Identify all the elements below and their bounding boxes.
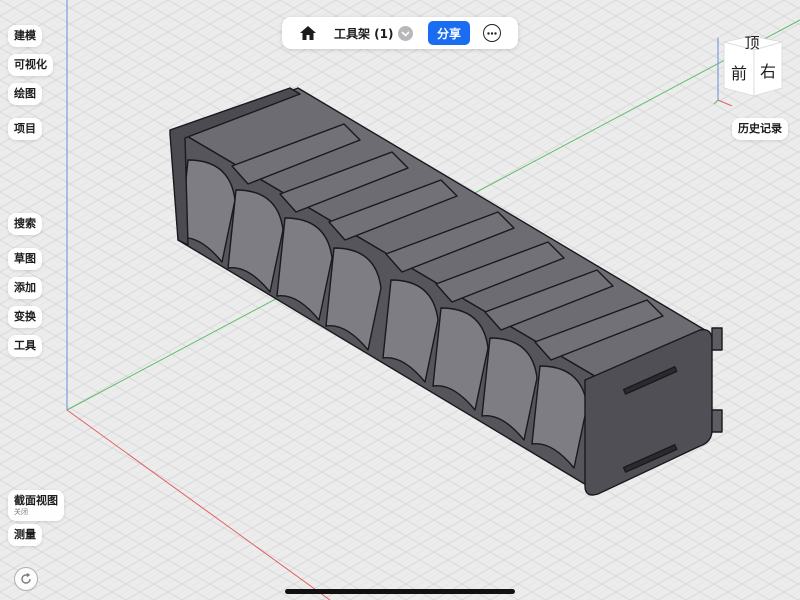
tools-button[interactable]: 工具 bbox=[8, 335, 42, 357]
view-cube[interactable]: 顶 前 右 bbox=[712, 34, 794, 106]
document-title[interactable]: 工具架 (1) bbox=[334, 25, 394, 42]
tab-drawing[interactable]: 绘图 bbox=[8, 83, 42, 105]
search-button[interactable]: 搜索 bbox=[8, 213, 42, 235]
sketch-button[interactable]: 草图 bbox=[8, 248, 42, 270]
view-cube-right[interactable]: 右 bbox=[760, 62, 776, 81]
tab-build[interactable]: 建模 bbox=[8, 25, 42, 47]
chevron-down-icon[interactable] bbox=[398, 26, 413, 41]
document-toolbar: 工具架 (1) 分享 bbox=[282, 17, 518, 49]
view-cube-top[interactable]: 顶 bbox=[744, 34, 759, 52]
transform-button[interactable]: 变换 bbox=[8, 306, 42, 328]
section-view-button[interactable]: 截面视图 关闭 bbox=[8, 490, 64, 521]
measure-button[interactable]: 测量 bbox=[8, 524, 42, 546]
project-button[interactable]: 项目 bbox=[8, 118, 42, 140]
section-view-state: 关闭 bbox=[14, 508, 28, 516]
more-options-icon[interactable] bbox=[483, 24, 501, 42]
view-cube-front[interactable]: 前 bbox=[731, 64, 747, 83]
history-button[interactable]: 历史记录 bbox=[732, 118, 788, 140]
tab-visualize[interactable]: 可视化 bbox=[8, 54, 53, 76]
model-viewport[interactable] bbox=[0, 0, 800, 600]
section-view-label: 截面视图 bbox=[14, 494, 58, 507]
share-button[interactable]: 分享 bbox=[428, 21, 470, 45]
home-icon[interactable] bbox=[298, 24, 318, 42]
mount-clip bbox=[711, 327, 723, 351]
mount-clip bbox=[711, 409, 723, 433]
home-indicator[interactable] bbox=[285, 589, 515, 594]
add-button[interactable]: 添加 bbox=[8, 277, 42, 299]
orbit-icon[interactable] bbox=[14, 567, 38, 591]
